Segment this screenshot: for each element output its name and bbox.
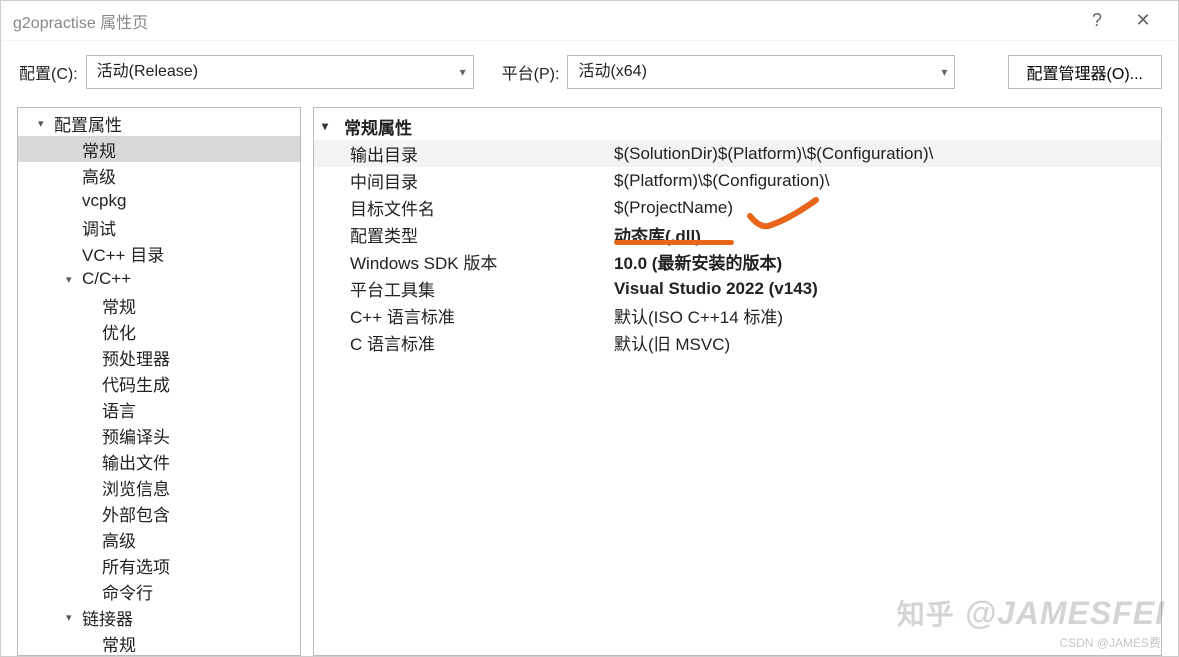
- prop-row[interactable]: 输出目录$(SolutionDir)$(Platform)\$(Configur…: [314, 140, 1161, 167]
- tree-item[interactable]: ▾配置属性: [18, 110, 300, 136]
- tree-item-label: 链接器: [82, 605, 133, 630]
- caret-icon: ▾: [66, 273, 82, 286]
- caret-icon: ▾: [38, 117, 54, 130]
- prop-label: C 语言标准: [314, 330, 614, 355]
- platform-label: 平台(P):: [502, 60, 560, 84]
- tree-item-label: C/C++: [82, 269, 131, 289]
- prop-label: Windows SDK 版本: [314, 249, 614, 274]
- watermark-main: 知乎 @JAMESFEI: [897, 593, 1165, 633]
- tree-item-label: 预编译头: [102, 423, 170, 448]
- tree-item[interactable]: 常规: [18, 292, 300, 318]
- tree-item-label: 输出文件: [102, 449, 170, 474]
- tree-item-label: 常规: [102, 631, 136, 656]
- tree-item[interactable]: 优化: [18, 318, 300, 344]
- prop-value[interactable]: $(SolutionDir)$(Platform)\$(Configuratio…: [614, 144, 1161, 164]
- tree-item-label: 代码生成: [102, 371, 170, 396]
- chevron-down-icon: ▾: [322, 119, 344, 133]
- annotation-check-icon: [744, 194, 822, 239]
- prop-value[interactable]: Visual Studio 2022 (v143): [614, 279, 1161, 299]
- tree-item-label: 常规: [82, 137, 116, 162]
- tree-item-label: vcpkg: [82, 191, 126, 211]
- tree-item-label: 常规: [102, 293, 136, 318]
- titlebar: g2opractise 属性页 ? ✕: [1, 1, 1178, 41]
- config-manager-button[interactable]: 配置管理器(O)...: [1008, 55, 1162, 89]
- tree-item-label: 优化: [102, 319, 136, 344]
- tree-item[interactable]: 所有选项: [18, 552, 300, 578]
- property-page-window: g2opractise 属性页 ? ✕ 配置(C): 活动(Release) ▾…: [0, 0, 1179, 657]
- prop-value[interactable]: 默认(旧 MSVC): [614, 330, 1161, 355]
- prop-value[interactable]: $(Platform)\$(Configuration)\: [614, 171, 1161, 191]
- watermark-zhihu: 知乎: [897, 593, 955, 633]
- config-combo[interactable]: 活动(Release) ▾: [86, 55, 474, 89]
- prop-label: 目标文件名: [314, 195, 614, 220]
- tree-item-label: 高级: [82, 163, 116, 188]
- prop-label: 配置类型: [314, 222, 614, 247]
- tree-item-label: 预处理器: [102, 345, 170, 370]
- prop-row[interactable]: 目标文件名$(ProjectName): [314, 194, 1161, 221]
- caret-icon: ▾: [66, 611, 82, 624]
- prop-label: C++ 语言标准: [314, 303, 614, 328]
- tree-item-label: 所有选项: [102, 553, 170, 578]
- prop-value[interactable]: 10.0 (最新安装的版本): [614, 249, 1161, 274]
- prop-label: 输出目录: [314, 141, 614, 166]
- platform-combo[interactable]: 活动(x64) ▾: [567, 55, 955, 89]
- prop-row[interactable]: C 语言标准默认(旧 MSVC): [314, 329, 1161, 356]
- prop-label: 平台工具集: [314, 276, 614, 301]
- prop-label: 中间目录: [314, 168, 614, 193]
- prop-row[interactable]: 平台工具集Visual Studio 2022 (v143): [314, 275, 1161, 302]
- annotation-underline: [614, 240, 734, 245]
- prop-value[interactable]: 默认(ISO C++14 标准): [614, 303, 1161, 328]
- tree-item-label: 语言: [102, 397, 136, 422]
- close-button[interactable]: ✕: [1120, 10, 1166, 31]
- group-title: 常规属性: [344, 114, 412, 139]
- tree-item-label: VC++ 目录: [82, 241, 164, 266]
- watermark-handle: @JAMESFEI: [965, 595, 1165, 632]
- tree-item[interactable]: 外部包含: [18, 500, 300, 526]
- property-grid[interactable]: ▾常规属性输出目录$(SolutionDir)$(Platform)\$(Con…: [313, 107, 1162, 656]
- tree-item[interactable]: 输出文件: [18, 448, 300, 474]
- tree-item[interactable]: ▾C/C++: [18, 266, 300, 292]
- tree-item[interactable]: 高级: [18, 526, 300, 552]
- window-title: g2opractise 属性页: [13, 9, 148, 33]
- group-header[interactable]: ▾常规属性: [314, 112, 1161, 140]
- tree-item[interactable]: vcpkg: [18, 188, 300, 214]
- tree-item-label: 命令行: [102, 579, 153, 604]
- prop-row[interactable]: Windows SDK 版本10.0 (最新安装的版本): [314, 248, 1161, 275]
- config-value: 活动(Release): [86, 55, 474, 89]
- prop-row[interactable]: C++ 语言标准默认(ISO C++14 标准): [314, 302, 1161, 329]
- help-button[interactable]: ?: [1074, 10, 1120, 31]
- tree-item[interactable]: 代码生成: [18, 370, 300, 396]
- platform-value: 活动(x64): [567, 55, 955, 89]
- tree-item[interactable]: ▾链接器: [18, 604, 300, 630]
- tree-item-label: 调试: [82, 215, 116, 240]
- tree-item-label: 外部包含: [102, 501, 170, 526]
- tree-item-label: 配置属性: [54, 111, 122, 136]
- tree-item[interactable]: 预编译头: [18, 422, 300, 448]
- watermark-sub: CSDN @JAMES费: [1059, 634, 1161, 651]
- config-label: 配置(C):: [19, 60, 78, 84]
- prop-row[interactable]: 配置类型动态库(.dll): [314, 221, 1161, 248]
- body: ▾配置属性常规高级vcpkg调试VC++ 目录▾C/C++常规优化预处理器代码生…: [1, 103, 1178, 656]
- tree-item[interactable]: VC++ 目录: [18, 240, 300, 266]
- tree-item[interactable]: 浏览信息: [18, 474, 300, 500]
- tree-item[interactable]: 常规: [18, 136, 300, 162]
- toolbar: 配置(C): 活动(Release) ▾ 平台(P): 活动(x64) ▾ 配置…: [1, 41, 1178, 103]
- prop-value[interactable]: $(ProjectName): [614, 198, 1161, 218]
- tree-item-label: 浏览信息: [102, 475, 170, 500]
- tree-item[interactable]: 预处理器: [18, 344, 300, 370]
- tree-item[interactable]: 常规: [18, 630, 300, 656]
- tree-item[interactable]: 调试: [18, 214, 300, 240]
- tree-item[interactable]: 高级: [18, 162, 300, 188]
- tree-item[interactable]: 命令行: [18, 578, 300, 604]
- prop-row[interactable]: 中间目录$(Platform)\$(Configuration)\: [314, 167, 1161, 194]
- nav-tree[interactable]: ▾配置属性常规高级vcpkg调试VC++ 目录▾C/C++常规优化预处理器代码生…: [17, 107, 301, 656]
- tree-item[interactable]: 语言: [18, 396, 300, 422]
- tree-item-label: 高级: [102, 527, 136, 552]
